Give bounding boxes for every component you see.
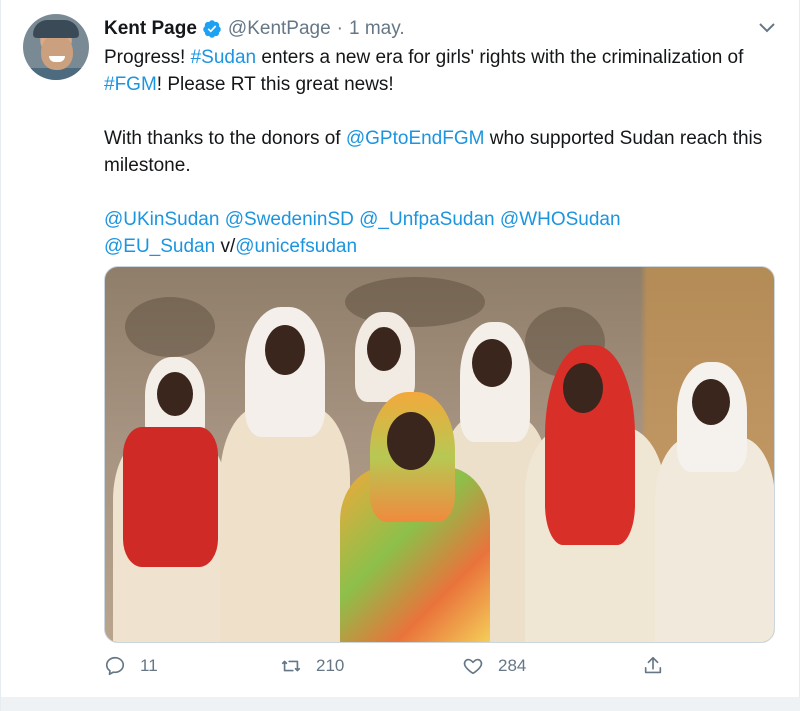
avatar[interactable] <box>23 14 89 80</box>
mention-unicefsudan[interactable]: @unicefsudan <box>235 236 357 257</box>
retweet-icon <box>281 660 301 672</box>
tweet-actions: 11 210 284 <box>104 655 664 685</box>
mention-unfpasudan[interactable]: @_UnfpaSudan <box>359 209 495 230</box>
avatar-cap <box>33 20 79 38</box>
mention-eu-sudan[interactable]: @EU_Sudan <box>104 236 215 257</box>
tweet-card: Kent Page @KentPage · 1 may. Progress! #… <box>0 0 800 711</box>
hashtag-fgm[interactable]: #FGM <box>104 74 157 95</box>
photo-girl-7 <box>105 267 774 642</box>
reply-icon <box>105 656 125 676</box>
reply-count: 11 <box>140 656 158 675</box>
like-button[interactable]: 284 <box>462 655 526 677</box>
reply-button[interactable]: 11 <box>104 655 158 677</box>
share-button[interactable] <box>642 655 678 677</box>
mention-swedeninsd[interactable]: @SwedeninSD <box>225 209 354 230</box>
mention-whosudan[interactable]: @WHOSudan <box>500 209 621 230</box>
text-segment: enters a new era for girls' rights with … <box>256 47 744 68</box>
mention-ukinsudan[interactable]: @UKinSudan <box>104 209 219 230</box>
tweet-paragraph-3: @UKinSudan @SwedeninSD @_UnfpaSudan @WHO… <box>104 206 784 260</box>
mention-gptoendfgm[interactable]: @GPtoEndFGM <box>346 128 485 149</box>
like-count: 284 <box>498 656 527 675</box>
heart-icon <box>463 658 483 675</box>
tweet-header: Kent Page @KentPage · 1 may. <box>104 14 405 44</box>
avatar-face <box>41 34 73 70</box>
tweet-date[interactable]: 1 may. <box>349 18 405 40</box>
retweet-count: 210 <box>316 656 345 675</box>
share-icon <box>644 656 662 674</box>
tweet-text: Progress! #Sudan enters a new era for gi… <box>104 44 784 260</box>
bottom-divider <box>1 697 800 711</box>
verified-badge-icon <box>203 20 221 38</box>
separator-dot: · <box>336 18 343 39</box>
tweet-photo[interactable] <box>104 266 775 643</box>
text-segment: Progress! <box>104 47 191 68</box>
tweet-paragraph-1: Progress! #Sudan enters a new era for gi… <box>104 44 784 98</box>
text-segment: With thanks to the donors of <box>104 128 346 149</box>
author-name[interactable]: Kent Page <box>104 18 197 40</box>
tweet-paragraph-2: With thanks to the donors of @GPtoEndFGM… <box>104 125 784 179</box>
text-segment: v/ <box>215 236 236 257</box>
hashtag-sudan[interactable]: #Sudan <box>191 47 257 68</box>
chevron-down-icon[interactable] <box>758 21 776 35</box>
retweet-button[interactable]: 210 <box>280 655 344 677</box>
author-handle[interactable]: @KentPage <box>228 18 331 40</box>
text-segment: ! Please RT this great news! <box>156 74 394 95</box>
